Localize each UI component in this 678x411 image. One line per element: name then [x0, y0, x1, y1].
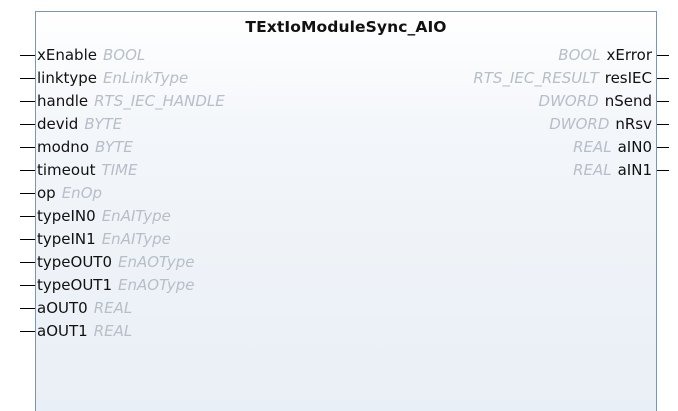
pin-type: EnAOType — [118, 253, 195, 271]
output-connector-line[interactable] — [657, 170, 669, 171]
input-pin-xEnable[interactable]: xEnable BOOL — [37, 44, 145, 66]
pin-type: BYTE — [95, 138, 133, 156]
input-connector-line[interactable] — [20, 239, 35, 240]
input-pin-typeOUT1[interactable]: typeOUT1 EnAOType — [37, 274, 195, 296]
pin-type: DWORD — [549, 115, 610, 133]
pin-name: aOUT0 — [37, 299, 88, 317]
pin-type: REAL — [573, 138, 612, 156]
pin-name: modno — [37, 138, 89, 156]
pin-name: timeout — [37, 161, 96, 179]
pin-type: EnAIType — [101, 207, 171, 225]
input-connector-line[interactable] — [20, 262, 35, 263]
pin-name: aIN1 — [617, 161, 652, 179]
pin-type: REAL — [93, 299, 133, 317]
output-pin-xError[interactable]: BOOL xError — [558, 44, 652, 66]
pin-type: BYTE — [84, 115, 123, 133]
pin-type: EnAIType — [101, 230, 171, 248]
pin-name: op — [37, 184, 56, 202]
input-pin-devid[interactable]: devid BYTE — [37, 113, 122, 135]
pin-name: typeOUT0 — [37, 253, 112, 271]
input-connector-line[interactable] — [20, 308, 35, 309]
pin-name: devid — [37, 115, 79, 133]
input-connector-line[interactable] — [20, 55, 35, 56]
pin-type: EnAOType — [118, 276, 195, 294]
output-pin-aIN1[interactable]: REAL aIN1 — [573, 159, 652, 181]
input-connector-line[interactable] — [20, 285, 35, 286]
pin-name: aOUT1 — [37, 322, 88, 340]
output-pin-resIEC[interactable]: RTS_IEC_RESULT resIEC — [473, 67, 652, 89]
input-connector-line[interactable] — [20, 193, 35, 194]
pin-name: typeOUT1 — [37, 276, 112, 294]
input-connector-line[interactable] — [20, 78, 35, 79]
output-connector-line[interactable] — [657, 124, 669, 125]
output-pin-aIN0[interactable]: REAL aIN0 — [573, 136, 652, 158]
pin-type: TIME — [101, 161, 138, 179]
pin-type: BOOL — [558, 46, 601, 64]
input-pin-timeout[interactable]: timeout TIME — [37, 159, 137, 181]
pin-name: handle — [37, 92, 89, 110]
pin-name: aIN0 — [617, 138, 652, 156]
input-pin-aOUT1[interactable]: aOUT1 REAL — [37, 320, 132, 342]
pin-type: EnOp — [61, 184, 103, 202]
pin-type: EnLinkType — [103, 69, 189, 87]
pin-name: xEnable — [37, 46, 97, 64]
input-connector-line[interactable] — [20, 170, 35, 171]
input-connector-line[interactable] — [20, 101, 35, 102]
pin-type: BOOL — [102, 46, 146, 64]
input-pin-op[interactable]: op EnOp — [37, 182, 102, 204]
pin-name: typeIN0 — [37, 207, 96, 225]
pin-name: typeIN1 — [37, 230, 96, 248]
output-connector-line[interactable] — [657, 78, 669, 79]
pin-name: resIEC — [604, 69, 652, 87]
input-pin-linktype[interactable]: linktype EnLinkType — [37, 67, 188, 89]
pin-name: linktype — [37, 69, 98, 87]
output-connector-line[interactable] — [657, 101, 669, 102]
input-pin-handle[interactable]: handle RTS_IEC_HANDLE — [37, 90, 225, 112]
input-pin-typeOUT0[interactable]: typeOUT0 EnAOType — [37, 251, 195, 273]
output-connector-line[interactable] — [657, 147, 669, 148]
block-title: TExtIoModuleSync_AIO — [245, 18, 447, 36]
input-pin-aOUT0[interactable]: aOUT0 REAL — [37, 297, 132, 319]
pin-type: REAL — [93, 322, 133, 340]
pin-type: REAL — [573, 161, 612, 179]
input-connector-line[interactable] — [20, 124, 35, 125]
pin-type: RTS_IEC_HANDLE — [94, 92, 225, 110]
output-connector-line[interactable] — [657, 55, 669, 56]
input-connector-line[interactable] — [20, 331, 35, 332]
input-connector-line[interactable] — [20, 147, 35, 148]
pin-name: nSend — [604, 92, 652, 110]
output-pin-nRsv[interactable]: DWORD nRsv — [549, 113, 652, 135]
pin-name: xError — [606, 46, 652, 64]
input-pin-typeIN0[interactable]: typeIN0 EnAIType — [37, 205, 171, 227]
output-pin-nSend[interactable]: DWORD nSend — [539, 90, 652, 112]
input-pin-modno[interactable]: modno BYTE — [37, 136, 133, 158]
pin-name: nRsv — [615, 115, 652, 133]
pin-type: DWORD — [538, 92, 599, 110]
input-pin-typeIN1[interactable]: typeIN1 EnAIType — [37, 228, 171, 250]
pin-type: RTS_IEC_RESULT — [473, 69, 599, 87]
input-connector-line[interactable] — [20, 216, 35, 217]
function-block[interactable]: TExtIoModuleSync_AIO xEnable BOOL linktype… — [35, 11, 657, 411]
